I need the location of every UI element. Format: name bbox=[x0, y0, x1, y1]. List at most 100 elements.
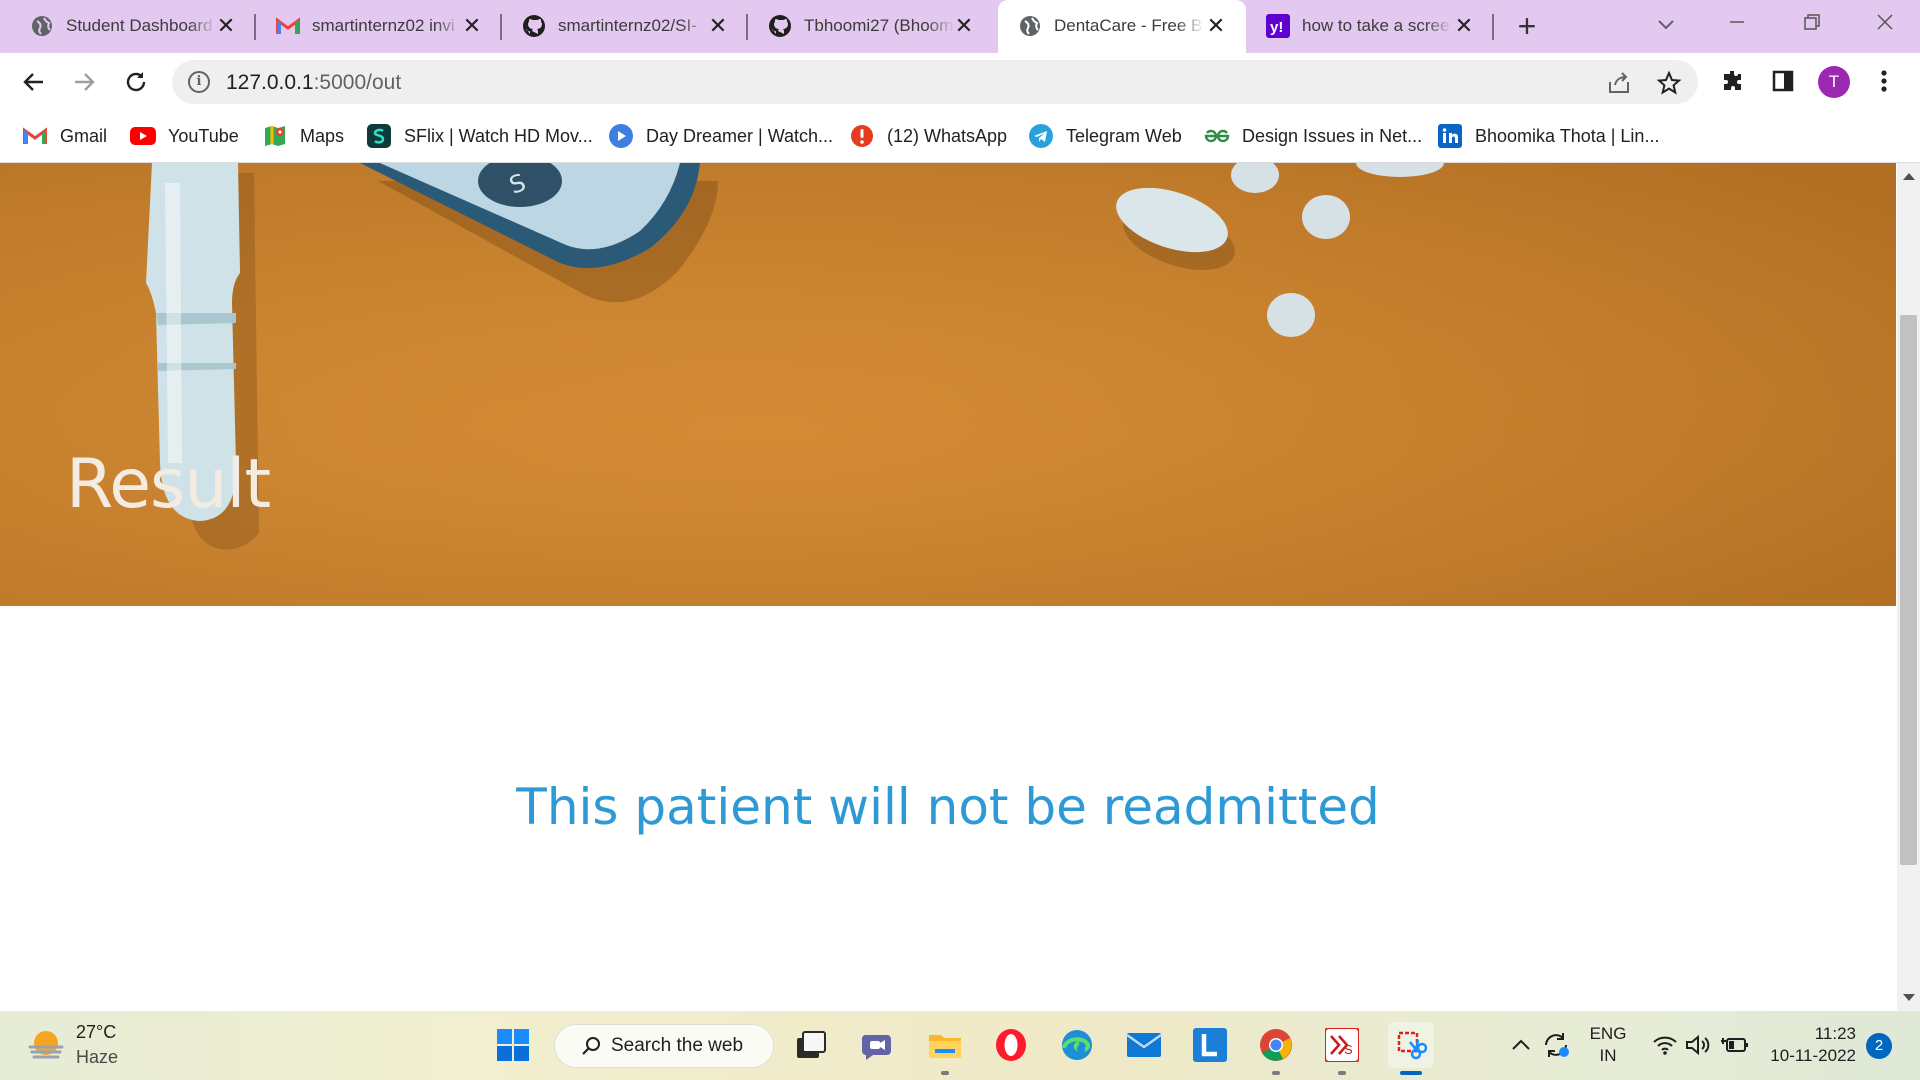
gmail-icon bbox=[22, 123, 48, 149]
url-host: 127.0.0.1 bbox=[226, 71, 314, 94]
tab-github-si[interactable]: smartinternz02/SI- ✕ bbox=[502, 0, 748, 53]
sync-status-icon[interactable] bbox=[1540, 1029, 1574, 1061]
file-explorer-icon[interactable] bbox=[925, 1025, 965, 1065]
youtube-icon bbox=[130, 123, 156, 149]
tab-dentacare[interactable]: DentaCare - Free B ✕ bbox=[998, 0, 1246, 53]
close-icon[interactable]: ✕ bbox=[1204, 14, 1228, 38]
start-button[interactable] bbox=[493, 1025, 533, 1065]
language-code: ENG bbox=[1589, 1024, 1627, 1043]
system-clock[interactable]: 11:23 10-11-2022 bbox=[1766, 1023, 1856, 1067]
app-l-icon[interactable] bbox=[1190, 1025, 1230, 1065]
address-url: 127.0.0.1:5000/out bbox=[226, 71, 401, 95]
bookmark-label: Bhoomika Thota | Lin... bbox=[1475, 125, 1660, 146]
weather-haze-icon[interactable] bbox=[26, 1025, 66, 1065]
share-icon[interactable] bbox=[1606, 70, 1632, 96]
bookmark-youtube[interactable]: YouTube bbox=[130, 123, 239, 149]
windows-taskbar: 27°C Haze Search the web S ENG IN 11:23 … bbox=[0, 1011, 1920, 1080]
running-indicator bbox=[1272, 1071, 1280, 1075]
weather-temperature[interactable]: 27°C bbox=[76, 1022, 116, 1043]
tab-search-chevron-icon[interactable] bbox=[1652, 10, 1680, 38]
bookmarks-bar: Gmail YouTube Maps SFlix | Watch HD Mov.… bbox=[0, 111, 1920, 163]
tab-github-tbhoomi[interactable]: Tbhoomi27 (Bhoom ✕ bbox=[748, 0, 994, 53]
svg-text:S: S bbox=[1344, 1042, 1353, 1057]
scroll-up-arrow-icon[interactable] bbox=[1903, 173, 1915, 180]
active-app-indicator bbox=[1400, 1071, 1422, 1075]
close-icon[interactable]: ✕ bbox=[706, 14, 730, 38]
tab-strip: Student Dashboard ✕ smartinternz02 invi … bbox=[0, 0, 1920, 53]
close-icon[interactable]: ✕ bbox=[952, 14, 976, 38]
bookmark-label: Design Issues in Net... bbox=[1242, 125, 1423, 146]
tab-title: smartinternz02 invi bbox=[312, 16, 455, 35]
tab-title: DentaCare - Free B bbox=[1054, 16, 1203, 35]
opera-icon[interactable] bbox=[991, 1025, 1031, 1065]
bookmark-linkedin[interactable]: Bhoomika Thota | Lin... bbox=[1437, 123, 1659, 149]
close-icon[interactable]: ✕ bbox=[1452, 14, 1476, 38]
github-icon bbox=[768, 14, 792, 38]
page-scrollbar[interactable] bbox=[1897, 163, 1920, 1011]
minimize-button[interactable] bbox=[1722, 10, 1752, 40]
bookmark-label: Telegram Web bbox=[1066, 125, 1182, 146]
bookmark-star-icon[interactable] bbox=[1656, 70, 1682, 96]
telegram-icon bbox=[1028, 123, 1054, 149]
play-icon bbox=[608, 123, 634, 149]
scroll-down-arrow-icon[interactable] bbox=[1903, 994, 1915, 1001]
search-icon bbox=[582, 1037, 600, 1055]
bookmark-day-dreamer[interactable]: Day Dreamer | Watch... bbox=[608, 123, 833, 149]
profile-avatar[interactable]: T bbox=[1818, 66, 1850, 98]
tab-gmail[interactable]: smartinternz02 invi ✕ bbox=[256, 0, 502, 53]
running-indicator bbox=[941, 1071, 949, 1075]
side-panel-icon[interactable] bbox=[1767, 65, 1799, 97]
address-bar[interactable]: i 127.0.0.1:5000/out bbox=[172, 60, 1698, 104]
close-icon[interactable]: ✕ bbox=[460, 14, 484, 38]
scrollbar-thumb[interactable] bbox=[1900, 315, 1917, 865]
new-tab-button[interactable]: + bbox=[1510, 10, 1544, 44]
back-button[interactable] bbox=[18, 66, 50, 98]
reload-button[interactable] bbox=[120, 66, 152, 98]
teams-chat-icon[interactable] bbox=[858, 1025, 898, 1065]
github-icon bbox=[522, 14, 546, 38]
edge-icon[interactable] bbox=[1057, 1025, 1097, 1065]
bookmark-label: Maps bbox=[300, 125, 345, 146]
chrome-icon[interactable] bbox=[1256, 1025, 1296, 1065]
forward-button[interactable] bbox=[68, 66, 100, 98]
bookmark-label: SFlix | Watch HD Mov... bbox=[404, 125, 593, 146]
bookmark-label: (12) WhatsApp bbox=[887, 125, 1008, 146]
close-window-button[interactable] bbox=[1870, 10, 1900, 40]
bookmark-sflix[interactable]: SFlix | Watch HD Mov... bbox=[366, 123, 593, 149]
mail-icon[interactable] bbox=[1124, 1025, 1164, 1065]
bookmark-label: YouTube bbox=[168, 125, 239, 146]
wifi-icon[interactable] bbox=[1650, 1029, 1680, 1061]
taskbar-search[interactable]: Search the web bbox=[554, 1024, 774, 1068]
battery-charging-icon[interactable] bbox=[1720, 1029, 1750, 1061]
extensions-icon[interactable] bbox=[1716, 65, 1748, 97]
site-info-icon[interactable]: i bbox=[188, 71, 210, 93]
notification-count-badge[interactable]: 2 bbox=[1866, 1033, 1892, 1059]
hero-background-image: S bbox=[0, 163, 1896, 606]
snipping-tool-icon[interactable] bbox=[1388, 1022, 1434, 1068]
input-language-indicator[interactable]: ENG IN bbox=[1588, 1023, 1628, 1067]
running-indicator bbox=[1338, 1071, 1346, 1075]
close-icon[interactable]: ✕ bbox=[214, 14, 238, 38]
svg-text:y!: y! bbox=[1270, 19, 1283, 36]
show-hidden-icons-chevron-icon[interactable] bbox=[1508, 1029, 1534, 1061]
more-menu-icon[interactable] bbox=[1868, 65, 1900, 97]
tab-title: Tbhoomi27 (Bhoom bbox=[804, 16, 954, 35]
bookmark-maps[interactable]: Maps bbox=[262, 123, 344, 149]
tab-separator bbox=[1492, 14, 1494, 40]
restore-button[interactable] bbox=[1797, 10, 1827, 40]
tab-student-dashboard[interactable]: Student Dashboard ✕ bbox=[10, 0, 256, 53]
maps-icon bbox=[262, 123, 288, 149]
kali-security-icon[interactable]: S bbox=[1322, 1025, 1362, 1065]
whatsapp-icon bbox=[849, 123, 875, 149]
prediction-result-message: This patient will not be readmitted bbox=[516, 778, 1380, 836]
weather-condition[interactable]: Haze bbox=[76, 1047, 118, 1068]
bookmark-gmail[interactable]: Gmail bbox=[22, 123, 107, 149]
bookmark-design-issues[interactable]: Design Issues in Net... bbox=[1204, 123, 1422, 149]
volume-icon[interactable] bbox=[1684, 1029, 1714, 1061]
task-view-icon[interactable] bbox=[791, 1025, 831, 1065]
tab-yahoo[interactable]: y! how to take a scree ✕ bbox=[1246, 0, 1494, 53]
bookmark-whatsapp[interactable]: (12) WhatsApp bbox=[849, 123, 1007, 149]
clock-date: 10-11-2022 bbox=[1770, 1046, 1856, 1065]
bookmark-telegram[interactable]: Telegram Web bbox=[1028, 123, 1182, 149]
page-title: Result bbox=[66, 445, 271, 524]
